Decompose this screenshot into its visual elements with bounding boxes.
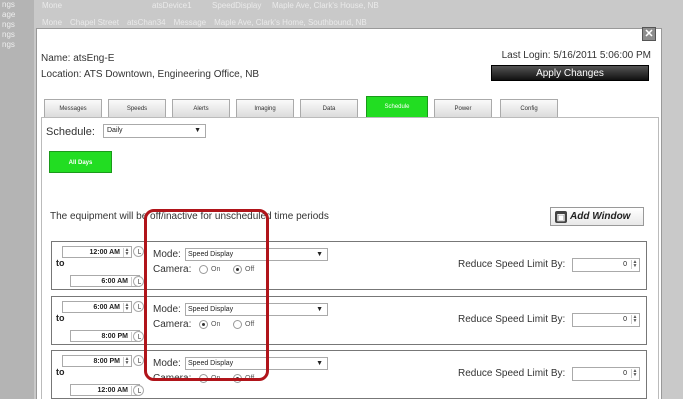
reduce-speed-input[interactable]: 0 ▲ ▼	[572, 258, 640, 272]
spinner-icon[interactable]: ▲▼	[123, 248, 130, 257]
schedule-label: Schedule:	[46, 126, 95, 138]
last-login: Last Login: 5/16/2011 5:06:00 PM	[501, 50, 651, 61]
schedule-window: 12:00 AM▲▼ to 6:00 AM▲▼ Mode: Speed Disp…	[51, 241, 647, 290]
spinner-icon[interactable]: ▲▼	[123, 357, 130, 366]
end-time-input[interactable]: 12:00 AM▲▼	[70, 384, 140, 396]
clock-icon[interactable]	[133, 355, 144, 366]
clock-icon[interactable]	[133, 276, 144, 287]
tab-schedule[interactable]: Schedule	[366, 96, 428, 117]
spinner-icon[interactable]: ▲▼	[631, 315, 638, 324]
clock-icon[interactable]	[133, 246, 144, 257]
chevron-down-icon: ▼	[316, 306, 323, 313]
tab-imaging[interactable]: Imaging	[236, 99, 294, 117]
start-time-input[interactable]: 12:00 AM ▲ ▼	[62, 246, 132, 258]
end-time-input[interactable]: 8:00 PM▲▼	[70, 330, 140, 342]
bg-table-row: Mone atsDevice1 SpeedDisplay Maple Ave, Cla…	[42, 1, 379, 10]
tab-alerts[interactable]: Alerts	[172, 99, 230, 117]
device-location: Location: ATS Downtown, Engineering Offi…	[41, 69, 260, 80]
bg-sidebar-item: ngs	[2, 30, 15, 39]
tab-data[interactable]: Data	[300, 99, 358, 117]
chevron-down-icon: ▼	[194, 127, 201, 134]
to-label: to	[56, 367, 65, 377]
end-time-input[interactable]: 6:00 AM▲▼	[70, 275, 140, 287]
bg-sidebar-item: age	[2, 10, 16, 19]
schedule-panel: Schedule: Daily ▼ All Days The equipment…	[41, 117, 659, 399]
bg-sidebar-item: ngs	[2, 20, 15, 29]
reduce-speed-label: Reduce Speed Limit By:	[458, 368, 566, 379]
tab-power[interactable]: Power	[434, 99, 492, 117]
spinner-icon[interactable]: ▲▼	[631, 369, 638, 378]
reduce-speed-label: Reduce Speed Limit By:	[458, 259, 566, 270]
add-window-button[interactable]: ▣ Add Window	[550, 207, 644, 226]
tab-speeds[interactable]: Speeds	[108, 99, 166, 117]
schedule-window: 8:00 PM▲▼ to 12:00 AM▲▼ Mode: Speed Disp…	[51, 350, 647, 399]
reduce-speed-input[interactable]: 0 ▲ ▼	[572, 313, 640, 327]
tab-config[interactable]: Config	[500, 99, 558, 117]
all-days-button[interactable]: All Days	[49, 151, 112, 173]
schedule-window: 6:00 AM▲▼ to 8:00 PM▲▼ Mode: Speed Displ…	[51, 296, 647, 345]
chevron-down-icon: ▼	[316, 360, 323, 367]
to-label: to	[56, 258, 65, 268]
clock-icon[interactable]	[133, 331, 144, 342]
clock-icon[interactable]	[133, 301, 144, 312]
schedule-select[interactable]: Daily ▼	[103, 124, 206, 138]
clock-icon[interactable]	[133, 385, 144, 396]
tab-messages[interactable]: Messages	[44, 99, 102, 117]
highlight-annotation	[144, 209, 269, 381]
spinner-icon[interactable]: ▲▼	[123, 303, 130, 312]
to-label: to	[56, 313, 65, 323]
device-settings-modal: Name: atsEng-E Location: ATS Downtown, E…	[36, 28, 662, 399]
reduce-speed-input[interactable]: 0 ▲ ▼	[572, 367, 640, 381]
close-icon[interactable]: ✕	[642, 27, 656, 41]
add-window-icon: ▣	[555, 211, 567, 223]
device-name: Name: atsEng-E	[41, 53, 115, 64]
bg-sidebar-item: ngs	[2, 0, 15, 9]
reduce-speed-label: Reduce Speed Limit By:	[458, 314, 566, 325]
background-sidebar: ngs age ngs ngs ngs	[0, 0, 34, 399]
apply-changes-button[interactable]: Apply Changes	[491, 65, 649, 81]
bg-sidebar-item: ngs	[2, 40, 15, 49]
spinner-icon[interactable]: ▲▼	[631, 260, 638, 269]
chevron-down-icon: ▼	[316, 251, 323, 258]
start-time-input[interactable]: 8:00 PM ▲ ▼	[62, 355, 132, 367]
start-time-input[interactable]: 6:00 AM ▲ ▼	[62, 301, 132, 313]
